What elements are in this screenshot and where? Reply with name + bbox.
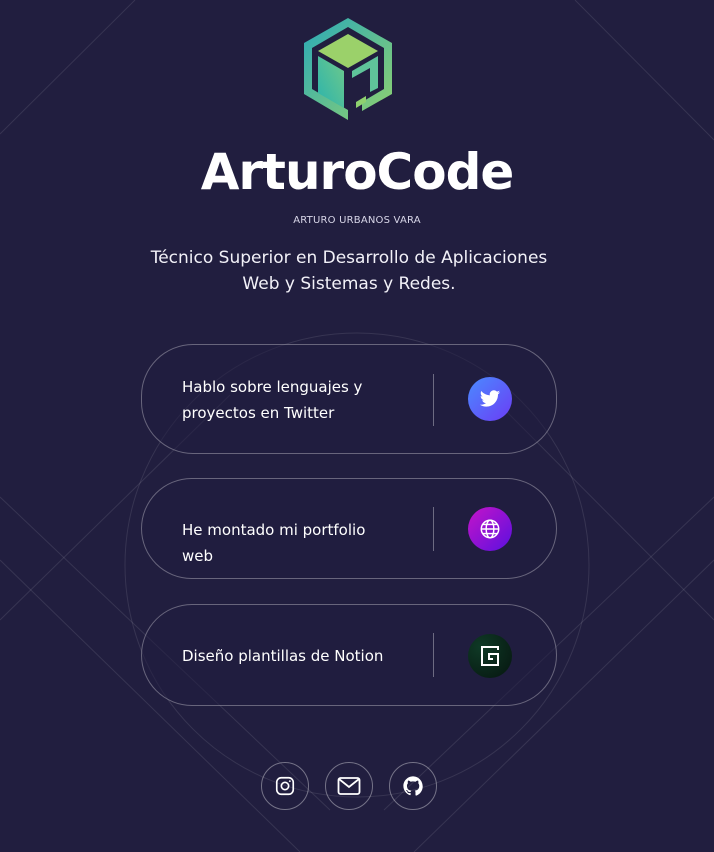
notion-link-label: Diseño plantillas de Notion	[182, 647, 384, 665]
mail-icon	[337, 777, 361, 795]
author-full-name: ARTURO URBANOS VARA	[293, 215, 421, 226]
twitter-link-card[interactable]: Hablo sobre lenguajes y proyectos en Twi…	[141, 344, 557, 454]
page: ArturoCode ARTURO URBANOS VARA Técnico S…	[0, 0, 714, 852]
instagram-icon	[275, 776, 295, 796]
logo-cube-icon	[304, 18, 392, 120]
tagline: Técnico Superior en Desarrollo de Aplica…	[150, 248, 548, 294]
portfolio-link-card[interactable]: He montado mi portfolio web	[141, 478, 557, 579]
brand-title: ArturoCode	[200, 143, 515, 201]
instagram-button[interactable]	[261, 762, 309, 810]
twitter-icon	[468, 377, 512, 421]
notion-icon	[468, 634, 512, 678]
card-divider	[433, 633, 434, 677]
globe-icon	[468, 507, 512, 551]
github-icon	[403, 776, 423, 796]
card-divider	[433, 374, 434, 426]
card-divider	[433, 507, 434, 551]
portfolio-link-label: He montado mi portfolio web	[182, 521, 366, 565]
github-button[interactable]	[389, 762, 437, 810]
email-button[interactable]	[325, 762, 373, 810]
twitter-link-label: Hablo sobre lenguajes y proyectos en Twi…	[182, 378, 363, 422]
notion-link-card[interactable]: Diseño plantillas de Notion	[141, 604, 557, 706]
